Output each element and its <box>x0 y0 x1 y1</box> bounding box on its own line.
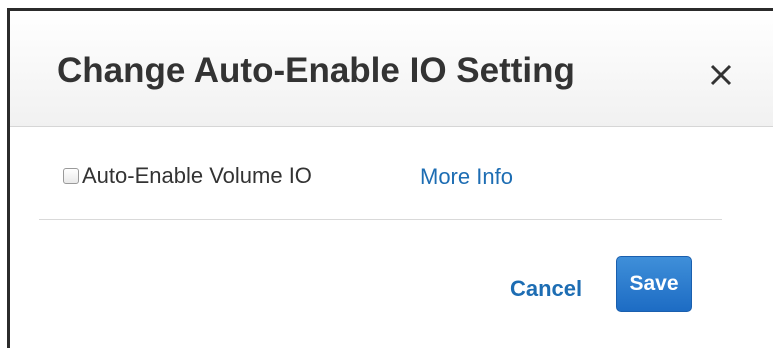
divider <box>39 219 722 220</box>
auto-enable-volume-io-checkbox[interactable] <box>63 168 79 184</box>
save-button[interactable]: Save <box>616 256 692 312</box>
close-button[interactable] <box>704 58 738 92</box>
dialog-header: Change Auto-Enable IO Setting <box>10 11 773 127</box>
auto-enable-io-dialog: Change Auto-Enable IO Setting Auto-Enabl… <box>7 8 773 348</box>
more-info-link[interactable]: More Info <box>420 164 513 190</box>
close-icon <box>710 64 732 86</box>
save-button-label: Save <box>629 272 679 295</box>
auto-enable-volume-io-label[interactable]: Auto-Enable Volume IO <box>82 163 312 189</box>
cancel-button[interactable]: Cancel <box>510 276 582 302</box>
auto-enable-option-row: Auto-Enable Volume IO <box>63 161 312 191</box>
dialog-title: Change Auto-Enable IO Setting <box>57 51 575 90</box>
